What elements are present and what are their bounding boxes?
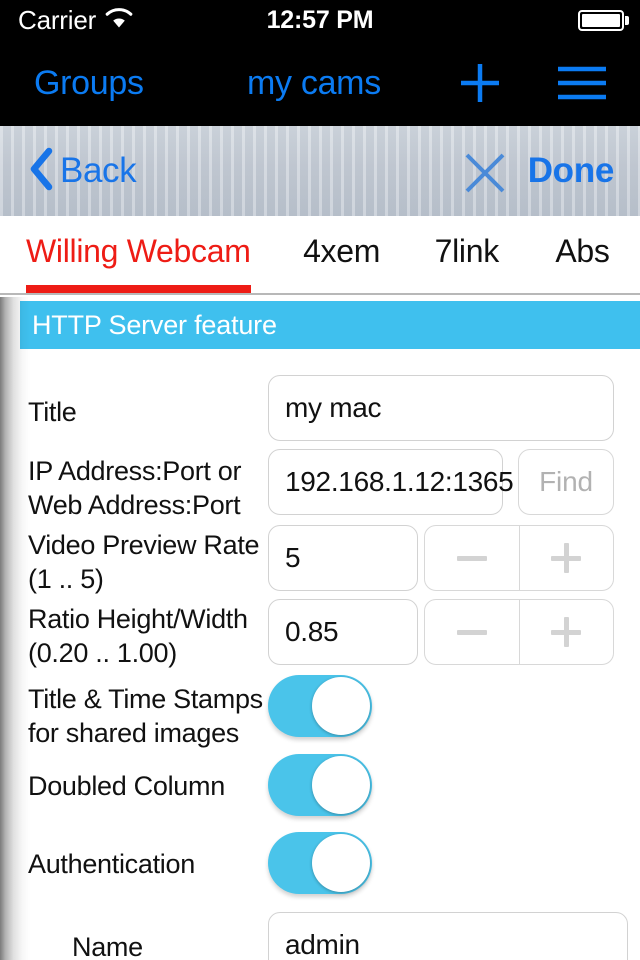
tab-label: Abs	[555, 233, 610, 269]
status-bar: Carrier 12:57 PM	[0, 0, 640, 40]
authentication-toggle[interactable]	[268, 832, 372, 894]
tab-label: 4xem	[303, 233, 381, 269]
preview-rate-decrement-button[interactable]	[425, 526, 519, 590]
address-label-line1: IP Address:Port or	[28, 456, 242, 486]
row-name: Name admin	[0, 912, 640, 960]
battery-tip	[625, 16, 629, 25]
section-header-http-server: HTTP Server feature	[20, 301, 640, 349]
address-label: IP Address:Port or Web Address:Port	[28, 454, 242, 522]
tab-7link[interactable]: 7link	[434, 216, 500, 293]
ratio-decrement-button[interactable]	[425, 600, 519, 664]
hamburger-menu-icon[interactable]	[556, 63, 608, 103]
top-navigation-bar: Groups my cams	[0, 40, 640, 126]
time-stamps-toggle[interactable]	[268, 675, 372, 737]
ratio-stepper[interactable]	[424, 599, 614, 665]
row-title: Title my mac	[0, 375, 640, 449]
tab-willing-webcam[interactable]: Willing Webcam	[26, 216, 251, 293]
title-input[interactable]: my mac	[268, 375, 614, 441]
doubled-column-label: Doubled Column	[28, 771, 225, 801]
provider-tab-bar[interactable]: Willing Webcam 4xem 7link Abs Abu	[0, 216, 640, 295]
row-preview-rate: Video Preview Rate (1 .. 5) 5	[0, 525, 640, 599]
ratio-label-line1: Ratio Height/Width	[28, 604, 248, 634]
ratio-label: Ratio Height/Width (0.20 .. 1.00)	[28, 602, 248, 670]
minus-icon	[456, 555, 487, 561]
row-doubled-column: Doubled Column	[0, 754, 640, 832]
app-screen: Carrier 12:57 PM Groups my cams Back Don…	[0, 0, 640, 960]
tab-label: Willing Webcam	[26, 233, 251, 269]
clock-label: 12:57 PM	[266, 5, 374, 34]
sub-navigation-bar: Back Done	[0, 126, 640, 216]
tab-label: 7link	[434, 233, 500, 269]
address-label-line2: Web Address:Port	[28, 490, 241, 520]
row-time-stamps: Title & Time Stamps for shared images	[0, 675, 640, 753]
preview-rate-label-line1: Video Preview Rate	[28, 530, 260, 560]
row-ratio: Ratio Height/Width (0.20 .. 1.00) 0.85	[0, 599, 640, 673]
done-button[interactable]: Done	[528, 126, 615, 216]
battery-level-fill	[582, 14, 620, 27]
name-input[interactable]: admin	[268, 912, 628, 960]
plus-icon	[551, 543, 582, 573]
tab-4xem[interactable]: 4xem	[303, 216, 380, 293]
chevron-left-icon	[28, 147, 54, 196]
toggle-knob	[312, 756, 370, 814]
tab-active-underline	[26, 285, 251, 293]
close-x-icon[interactable]	[462, 150, 508, 196]
time-stamps-label: Title & Time Stamps for shared images	[28, 682, 263, 750]
back-button[interactable]: Back	[28, 126, 137, 216]
title-label: Title	[28, 397, 77, 427]
battery-full-icon	[578, 10, 624, 31]
ratio-label-line2: (0.20 .. 1.00)	[28, 638, 177, 668]
preview-rate-input[interactable]: 5	[268, 525, 418, 591]
authentication-label: Authentication	[28, 849, 195, 879]
minus-icon	[456, 629, 487, 635]
plus-icon	[551, 617, 582, 647]
section-header-label: HTTP Server feature	[32, 309, 277, 340]
ratio-input[interactable]: 0.85	[268, 599, 418, 665]
time-stamps-label-line1: Title & Time Stamps	[28, 684, 263, 714]
toggle-knob	[312, 834, 370, 892]
name-label: Name	[72, 932, 143, 960]
ratio-increment-button[interactable]	[518, 600, 614, 664]
groups-button[interactable]: Groups	[34, 64, 144, 103]
toggle-knob	[312, 677, 370, 735]
preview-rate-label-line2: (1 .. 5)	[28, 564, 104, 594]
address-input[interactable]: 192.168.1.12:1365	[268, 449, 514, 515]
back-button-label: Back	[60, 151, 137, 190]
group-title-label[interactable]: my cams	[247, 64, 381, 103]
time-stamps-label-line2: for shared images	[28, 718, 240, 748]
row-address: IP Address:Port or Web Address:Port 192.…	[0, 449, 640, 525]
preview-rate-stepper[interactable]	[424, 525, 614, 591]
preview-rate-increment-button[interactable]	[518, 526, 614, 590]
preview-rate-label: Video Preview Rate (1 .. 5)	[28, 528, 260, 596]
settings-form: HTTP Server feature Title my mac IP Addr…	[0, 297, 640, 960]
find-button[interactable]: Find	[518, 449, 614, 515]
plus-icon[interactable]	[456, 59, 504, 107]
doubled-column-toggle[interactable]	[268, 754, 372, 816]
row-authentication: Authentication	[0, 832, 640, 910]
tab-abs[interactable]: Abs	[555, 216, 610, 293]
